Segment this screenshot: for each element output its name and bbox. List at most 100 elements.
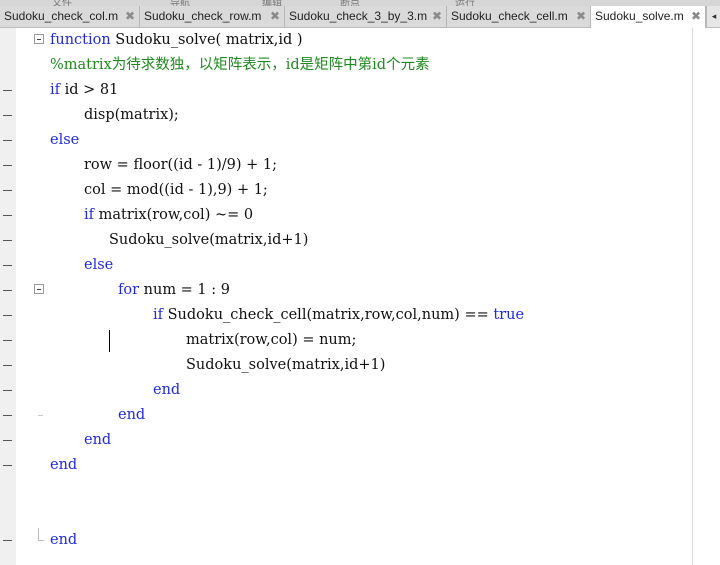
code-line: end: [0, 403, 690, 428]
code-line: matrix(row,col) = num;: [0, 328, 690, 353]
code-text: else: [84, 253, 113, 278]
breakpoint-marker[interactable]: [3, 165, 12, 166]
breakpoint-marker[interactable]: [3, 465, 12, 466]
tab-label: Sudoku_check_3_by_3.m: [289, 9, 428, 23]
code-line: function Sudoku_solve( matrix,id ): [0, 28, 690, 53]
keyword: if: [50, 82, 61, 98]
code-text: Sudoku_solve(matrix,id+1): [186, 353, 385, 378]
code-line: end: [0, 378, 690, 403]
breakpoint-marker[interactable]: [3, 390, 12, 391]
breakpoint-marker[interactable]: [3, 440, 12, 441]
code-line: else: [0, 253, 690, 278]
editor-tab[interactable]: Sudoku_check_3_by_3.m ✖: [285, 6, 447, 27]
code-line: if Sudoku_check_cell(matrix,row,col,num)…: [0, 303, 690, 328]
code-text: end: [50, 453, 77, 478]
breakpoint-marker[interactable]: [3, 115, 12, 116]
keyword: function: [50, 32, 111, 48]
breakpoint-marker[interactable]: [3, 140, 12, 141]
code-line: row = floor((id - 1)/9) + 1;: [0, 153, 690, 178]
code-text: %matrix为待求数独，以矩阵表示，id是矩阵中第id个元素: [50, 53, 430, 78]
breakpoint-marker[interactable]: [3, 265, 12, 266]
editor-tab[interactable]: Sudoku_solve.m ✖: [591, 6, 706, 28]
tab-label: Sudoku_check_col.m: [4, 9, 119, 23]
code-text: if matrix(row,col) ~= 0: [84, 203, 253, 228]
code-text: Sudoku_solve(matrix,id+1): [109, 228, 308, 253]
code-line: end: [0, 528, 690, 553]
breakpoint-marker[interactable]: [3, 215, 12, 216]
code-line: for num = 1 : 9: [0, 278, 690, 303]
code-text: col = mod((id - 1),9) + 1;: [84, 178, 268, 203]
code-token: disp(matrix);: [84, 107, 179, 123]
breakpoint-marker[interactable]: [3, 340, 12, 341]
tab-scroll-icon[interactable]: ◂: [706, 6, 720, 27]
close-icon[interactable]: ✖: [432, 6, 442, 27]
code-text: for num = 1 : 9: [118, 278, 230, 303]
fold-end-marker: [38, 415, 43, 416]
code-text: disp(matrix);: [84, 103, 179, 128]
code-token: Sudoku_solve(matrix,id+1): [186, 357, 386, 373]
code-token: row = floor((id - 1)/9) + 1;: [84, 157, 277, 173]
text-cursor: [109, 330, 110, 352]
keyword: end: [50, 532, 78, 548]
breakpoint-marker[interactable]: [3, 240, 12, 241]
breakpoint-marker[interactable]: [3, 315, 12, 316]
code-line: else: [0, 128, 690, 153]
comment-text: %matrix为待求数独，以矩阵表示，id是矩阵中第id个元素: [50, 57, 430, 73]
code-line: Sudoku_solve(matrix,id+1): [0, 228, 690, 253]
code-editor[interactable]: function Sudoku_solve( matrix,id ) %matri…: [0, 28, 720, 565]
keyword: end: [84, 432, 112, 448]
code-text: row = floor((id - 1)/9) + 1;: [84, 153, 277, 178]
code-token: matrix(row,col) ~= 0: [94, 207, 254, 223]
code-text: else: [50, 128, 79, 153]
code-token: Sudoku_solve(matrix,id+1): [109, 232, 309, 248]
close-icon[interactable]: ✖: [125, 6, 135, 27]
keyword: end: [153, 382, 181, 398]
keyword: else: [84, 257, 114, 273]
breakpoint-marker[interactable]: [3, 415, 12, 416]
tab-label: Sudoku_check_cell.m: [451, 9, 568, 23]
keyword: end: [118, 407, 146, 423]
code-token: Sudoku_solve( matrix,id ): [110, 32, 303, 48]
code-text: end: [84, 428, 111, 453]
keyword: for: [118, 282, 140, 298]
keyword: if: [153, 307, 164, 323]
keyword: else: [50, 132, 80, 148]
keyword: end: [50, 457, 78, 473]
fold-toggle-icon[interactable]: [34, 34, 44, 44]
editor-tab[interactable]: Sudoku_check_row.m ✖: [140, 6, 285, 27]
tab-label: Sudoku_solve.m: [595, 9, 684, 23]
breakpoint-marker[interactable]: [3, 290, 12, 291]
code-token: id > 81: [60, 82, 119, 98]
editor-tab[interactable]: Sudoku_check_cell.m ✖: [447, 6, 591, 27]
code-token: num = 1 : 9: [139, 282, 230, 298]
code-text: if id > 81: [50, 78, 118, 103]
code-line: if id > 81: [0, 78, 690, 103]
fold-end-marker: [38, 528, 44, 541]
fold-toggle-icon[interactable]: [34, 284, 44, 294]
code-text: end: [153, 378, 180, 403]
code-token: col = mod((id - 1),9) + 1;: [84, 182, 268, 198]
code-line: Sudoku_solve(matrix,id+1): [0, 353, 690, 378]
breakpoint-marker[interactable]: [3, 540, 12, 541]
close-icon[interactable]: ✖: [576, 6, 586, 27]
tab-label: Sudoku_check_row.m: [144, 9, 262, 23]
keyword: true: [493, 307, 525, 323]
code-line: col = mod((id - 1),9) + 1;: [0, 178, 690, 203]
code-text: if Sudoku_check_cell(matrix,row,col,num)…: [153, 303, 524, 328]
breakpoint-marker[interactable]: [3, 190, 12, 191]
code-text: function Sudoku_solve( matrix,id ): [50, 28, 303, 53]
code-text: end: [118, 403, 145, 428]
editor-tab[interactable]: Sudoku_check_col.m ✖: [0, 6, 140, 27]
code-line: if matrix(row,col) ~= 0: [0, 203, 690, 228]
code-text: end: [50, 528, 77, 553]
code-line: end: [0, 428, 690, 453]
breakpoint-marker[interactable]: [3, 90, 12, 91]
breakpoint-marker[interactable]: [3, 365, 12, 366]
code-line: end: [0, 453, 690, 478]
close-icon[interactable]: ✖: [691, 6, 701, 27]
code-text: matrix(row,col) = num;: [186, 328, 356, 353]
keyword: if: [84, 207, 95, 223]
code-line: %matrix为待求数独，以矩阵表示，id是矩阵中第id个元素: [0, 53, 690, 78]
close-icon[interactable]: ✖: [270, 6, 280, 27]
